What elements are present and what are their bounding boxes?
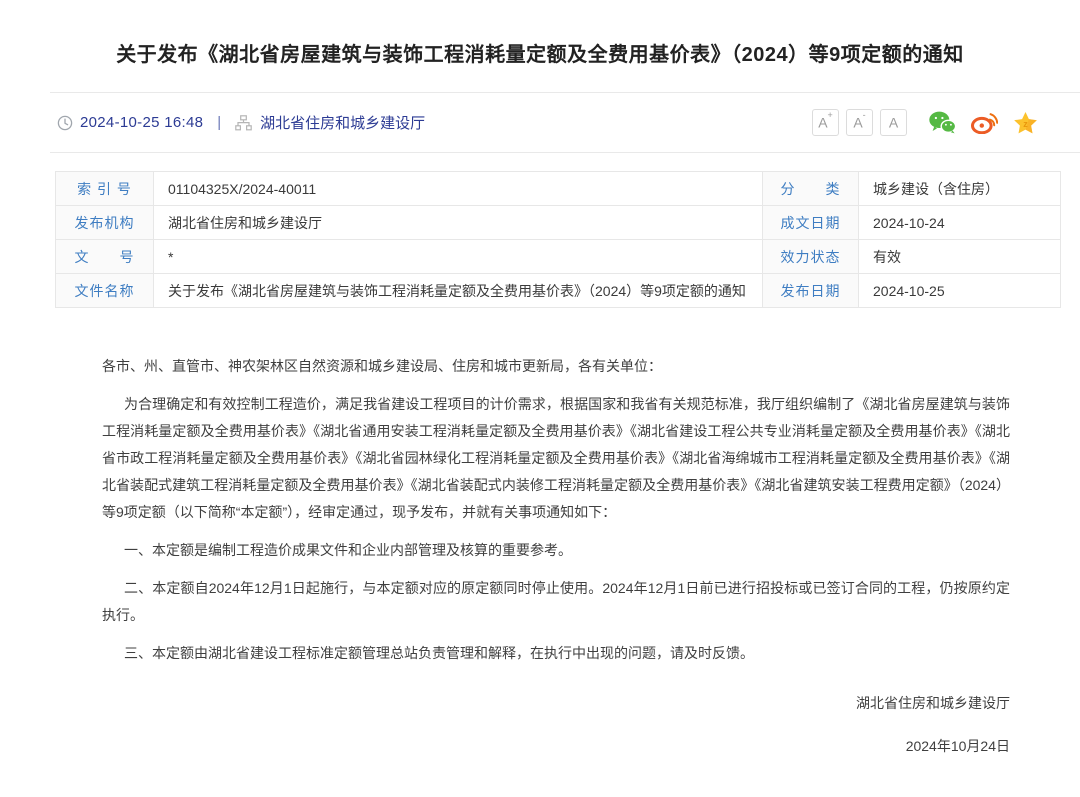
clock-icon: [57, 115, 73, 131]
source-department-link[interactable]: 湖北省住房和城乡建设厅: [260, 112, 425, 133]
weibo-share-icon[interactable]: [971, 111, 998, 134]
info-label-index-number: 索 引 号: [56, 172, 154, 206]
table-row: 索 引 号 01104325X/2024-40011 分 类 城乡建设（含住房）: [56, 172, 1061, 206]
font-size-decrease-button[interactable]: A-: [846, 109, 873, 136]
page-title: 关于发布《湖北省房屋建筑与装饰工程消耗量定额及全费用基价表》（2024）等9项定…: [60, 40, 1020, 70]
wechat-share-icon[interactable]: [929, 111, 956, 134]
font-size-increase-button[interactable]: A+: [812, 109, 839, 136]
meta-right-group: A+ A- A: [812, 109, 1038, 136]
info-value-issuing-agency: 湖北省住房和城乡建设厅: [154, 206, 763, 240]
font-button-sup: -: [863, 110, 866, 120]
font-button-sup: +: [828, 110, 833, 120]
paragraph-item-2: 二、本定额自2024年12月1日起施行，与本定额对应的原定额同时停止使用。202…: [102, 575, 1010, 629]
table-row: 发布机构 湖北省住房和城乡建设厅 成文日期 2024-10-24: [56, 206, 1061, 240]
article-page: 关于发布《湖北省房屋建筑与装饰工程消耗量定额及全费用基价表》（2024）等9项定…: [0, 40, 1080, 797]
info-value-publish-date: 2024-10-25: [859, 274, 1061, 308]
info-label-category: 分 类: [763, 172, 859, 206]
info-value-written-date: 2024-10-24: [859, 206, 1061, 240]
org-icon: [235, 115, 252, 131]
svg-text:z: z: [1023, 119, 1028, 129]
font-size-reset-button[interactable]: A: [880, 109, 907, 136]
info-label-issuing-agency: 发布机构: [56, 206, 154, 240]
font-button-label: A: [889, 115, 898, 131]
meta-bar: 2024-10-25 16:48 | 湖北省住房和城乡建设厅 A+ A- A: [0, 93, 1080, 152]
info-label-validity-status: 效力状态: [763, 240, 859, 274]
info-value-validity-status: 有效: [859, 240, 1061, 274]
publish-datetime: 2024-10-25 16:48: [80, 114, 203, 131]
info-label-publish-date: 发布日期: [763, 274, 859, 308]
paragraph-item-1: 一、本定额是编制工程造价成果文件和企业内部管理及核算的重要参考。: [102, 537, 1010, 564]
info-value-category: 城乡建设（含住房）: [859, 172, 1061, 206]
info-value-doc-number: *: [154, 240, 763, 274]
salutation: 各市、州、直管市、神农架林区自然资源和城乡建设局、住房和城市更新局，各有关单位：: [102, 353, 1010, 380]
table-row: 文件名称 关于发布《湖北省房屋建筑与装饰工程消耗量定额及全费用基价表》（2024…: [56, 274, 1061, 308]
table-row: 文 号 * 效力状态 有效: [56, 240, 1061, 274]
info-value-doc-title: 关于发布《湖北省房屋建筑与装饰工程消耗量定额及全费用基价表》（2024）等9项定…: [154, 274, 763, 308]
qzone-share-icon[interactable]: z: [1013, 111, 1038, 135]
divider: [50, 152, 1080, 153]
signature-org: 湖北省住房和城乡建设厅: [102, 690, 1010, 717]
meta-left-group: 2024-10-25 16:48 | 湖北省住房和城乡建设厅: [57, 112, 425, 133]
info-label-doc-number: 文 号: [56, 240, 154, 274]
meta-separator: |: [217, 114, 221, 131]
paragraph-intro: 为合理确定和有效控制工程造价，满足我省建设工程项目的计价需求，根据国家和我省有关…: [102, 391, 1010, 526]
document-info-table: 索 引 号 01104325X/2024-40011 分 类 城乡建设（含住房）…: [55, 171, 1061, 308]
signature-date: 2024年10月24日: [102, 733, 1010, 760]
font-button-label: A: [818, 115, 827, 131]
info-label-doc-title: 文件名称: [56, 274, 154, 308]
info-label-written-date: 成文日期: [763, 206, 859, 240]
article-body: 各市、州、直管市、神农架林区自然资源和城乡建设局、住房和城市更新局，各有关单位：…: [102, 353, 1010, 760]
paragraph-item-3: 三、本定额由湖北省建设工程标准定额管理总站负责管理和解释，在执行中出现的问题，请…: [102, 640, 1010, 667]
font-button-label: A: [853, 115, 862, 131]
info-value-index-number: 01104325X/2024-40011: [154, 172, 763, 206]
